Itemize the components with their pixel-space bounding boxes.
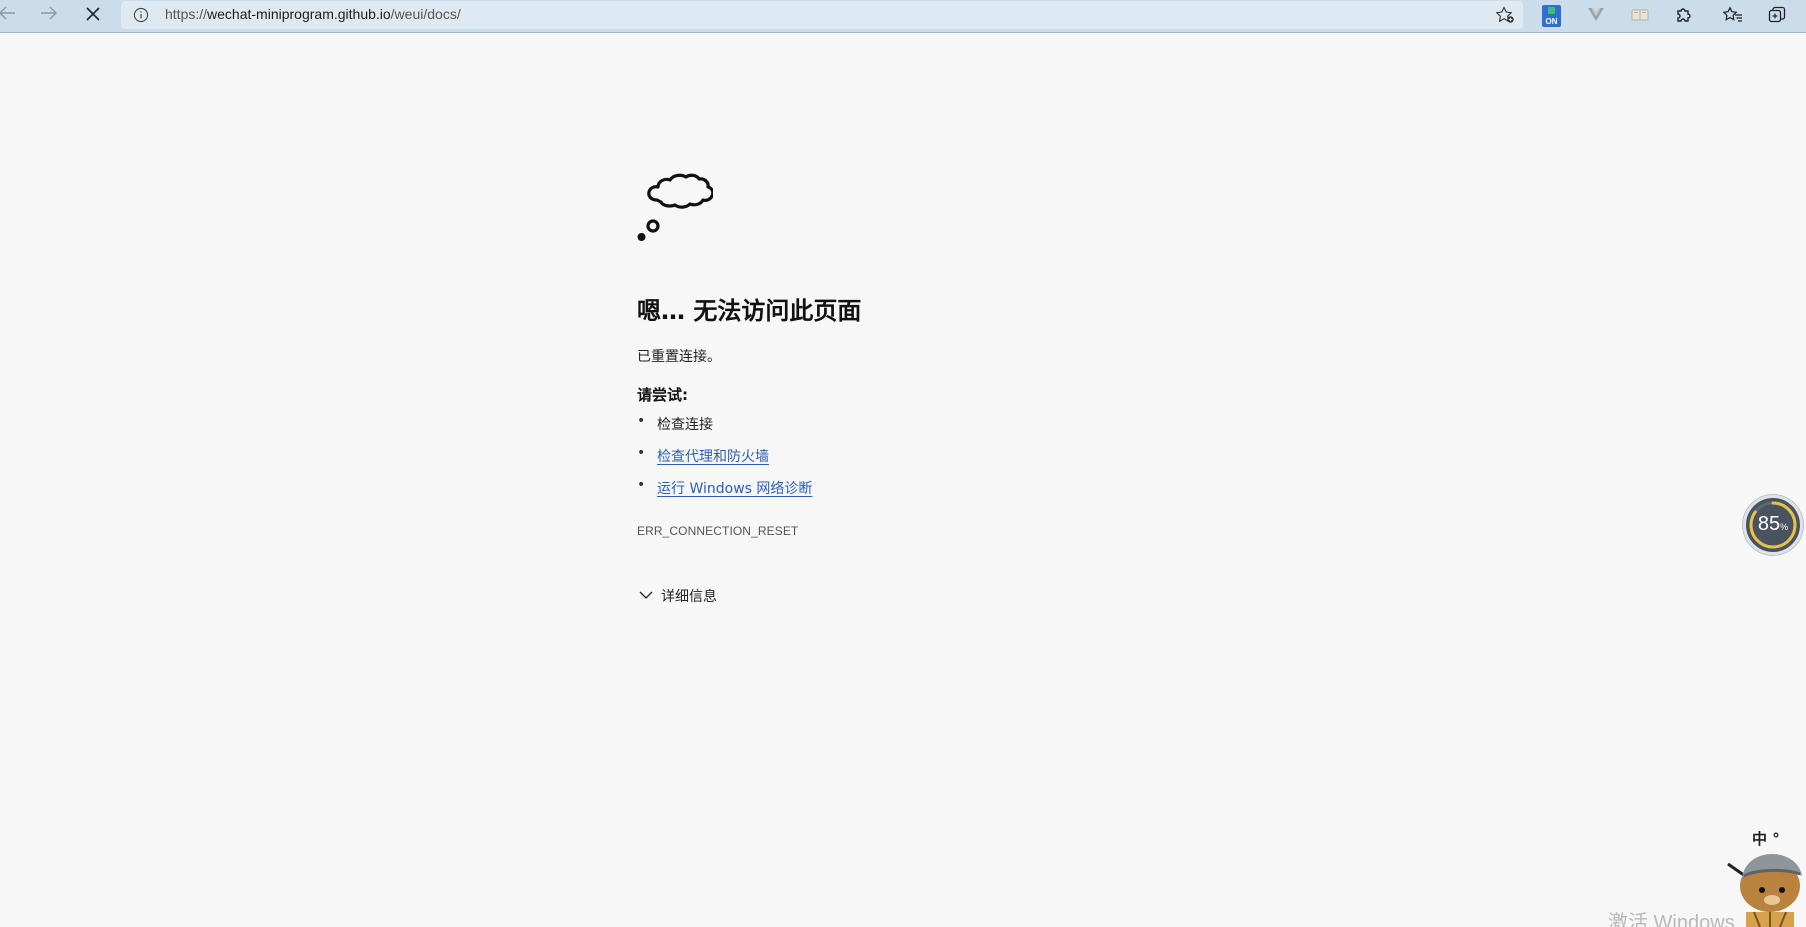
url-path: /weui/docs/ [390,6,461,22]
bullet-icon: • [637,477,646,493]
url-host: wechat-miniprogram.github.io [207,6,391,22]
forward-button[interactable] [34,2,64,28]
error-title: 嗯… 无法访问此页面 [637,297,862,325]
url-protocol: https:// [165,6,208,22]
suggestion-list: • 检查连接 • 检查代理和防火墙 • 运行 Windows 网络诊断 [637,413,812,510]
performance-gauge[interactable]: 85% [1743,495,1803,555]
details-label: 详细信息 [661,589,717,605]
extensions-puzzle-icon[interactable] [1672,4,1696,26]
vue-devtools-icon[interactable] [1584,4,1608,26]
details-toggle-button[interactable]: 详细信息 [639,586,717,606]
bullet-icon: • [637,413,646,429]
back-button[interactable] [0,2,22,28]
windows-network-diagnostics-link[interactable]: 运行 Windows 网络诊断 [657,481,812,497]
list-item: • 检查连接 [637,413,812,446]
reading-extension-icon[interactable] [1628,4,1652,26]
favorites-icon[interactable] [1721,4,1745,26]
extension-on-badge[interactable]: ON [1542,5,1561,27]
list-item: • 检查代理和防火墙 [637,445,812,478]
browser-toolbar: https://wechat-miniprogram.github.io/weu… [0,0,1806,33]
collections-icon[interactable] [1765,4,1789,26]
close-icon [86,6,100,25]
info-icon[interactable] [133,7,149,23]
bullet-icon: • [637,445,646,461]
suggestion-check-connection: 检查连接 [657,417,713,433]
address-bar[interactable]: https://wechat-miniprogram.github.io/weu… [121,1,1523,29]
stop-loading-button[interactable] [78,2,108,28]
bear-mascot-icon[interactable] [1724,846,1806,927]
error-description: 已重置连接。 [637,349,721,365]
back-arrow-icon [0,5,16,25]
activation-watermark: 激活 Windows [1608,912,1735,927]
chevron-down-icon [639,588,653,604]
list-item: • 运行 Windows 网络诊断 [637,477,812,510]
check-proxy-firewall-link[interactable]: 检查代理和防火墙 [657,449,769,465]
gauge-value: 85% [1757,513,1789,535]
forward-arrow-icon [40,5,58,25]
error-code: ERR_CONNECTION_RESET [637,524,799,538]
thought-cloud-icon [637,166,715,246]
try-heading: 请尝试: [637,386,688,404]
extension-download-icon [1548,7,1555,14]
add-favorite-icon[interactable] [1495,6,1515,24]
url-text: https://wechat-miniprogram.github.io/weu… [165,6,461,22]
